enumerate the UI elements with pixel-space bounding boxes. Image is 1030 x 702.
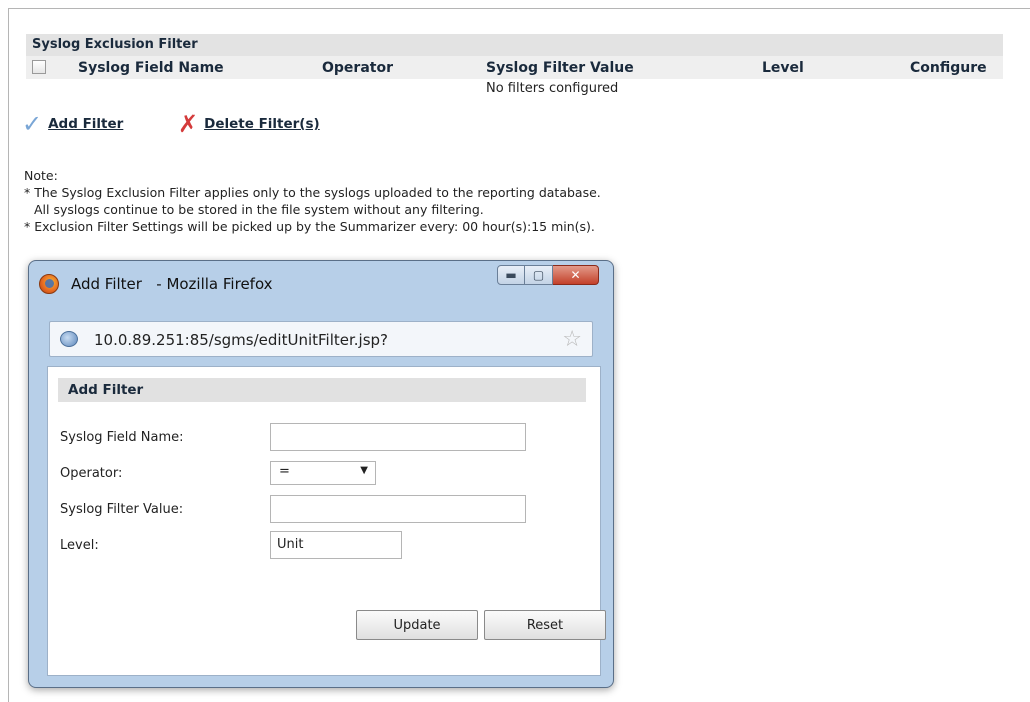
syslog-filter-value-label: Syslog Filter Value: <box>60 502 184 517</box>
address-bar[interactable]: 10.0.89.251:85/sgms/editUnitFilter.jsp? … <box>49 321 593 357</box>
reset-button[interactable]: Reset <box>484 610 606 640</box>
maximize-icon: ▢ <box>532 268 545 282</box>
notes-section: Note: * The Syslog Exclusion Filter appl… <box>24 167 601 235</box>
operator-select[interactable]: = ▼ <box>270 461 376 485</box>
url-text[interactable]: 10.0.89.251:85/sgms/editUnitFilter.jsp? <box>94 331 388 349</box>
operator-selected-value: = <box>279 464 290 479</box>
add-filter-link[interactable]: ✓ Add Filter <box>22 112 123 136</box>
delete-filter-link[interactable]: ✗ Delete Filter(s) <box>178 112 320 136</box>
minimize-button[interactable]: ▬ <box>497 265 525 285</box>
note-line: * Exclusion Filter Settings will be pick… <box>24 219 595 234</box>
syslog-exclusion-filter-table: Syslog Exclusion Filter Syslog Field Nam… <box>26 34 1003 100</box>
bookmark-star-icon[interactable]: ☆ <box>562 327 582 352</box>
operator-label: Operator: <box>60 466 123 481</box>
firefox-icon <box>39 274 59 294</box>
empty-table-row: No filters configured <box>26 80 1003 100</box>
add-filter-label[interactable]: Add Filter <box>48 116 123 132</box>
column-level: Level <box>762 60 804 76</box>
notes-heading: Note: <box>24 168 58 183</box>
syslog-field-name-input[interactable] <box>270 423 526 451</box>
add-filter-popup-window: Add Filter - Mozilla Firefox ▬ ▢ ✕ 10.0.… <box>28 260 614 688</box>
update-button[interactable]: Update <box>356 610 478 640</box>
syslog-field-name-label: Syslog Field Name: <box>60 430 184 445</box>
checkmark-icon: ✓ <box>22 110 43 138</box>
maximize-button[interactable]: ▢ <box>525 265 553 285</box>
syslog-filter-value-input[interactable] <box>270 495 526 523</box>
table-header: Syslog Field Name Operator Syslog Filter… <box>26 56 1003 80</box>
column-configure: Configure <box>910 60 987 76</box>
column-syslog-field-name: Syslog Field Name <box>78 60 224 76</box>
delete-filter-label[interactable]: Delete Filter(s) <box>204 116 320 132</box>
column-operator: Operator <box>322 60 393 76</box>
window-controls: ▬ ▢ ✕ <box>497 265 599 285</box>
form-title: Add Filter <box>58 378 586 402</box>
close-button[interactable]: ✕ <box>553 265 599 285</box>
popup-window-title: Add Filter - Mozilla Firefox <box>71 275 273 293</box>
column-syslog-filter-value: Syslog Filter Value <box>486 60 634 76</box>
delete-x-icon: ✗ <box>178 110 199 138</box>
popup-content: Add Filter Syslog Field Name: Operator: … <box>47 366 606 676</box>
close-icon: ✕ <box>570 268 581 282</box>
popup-titlebar[interactable]: Add Filter - Mozilla Firefox ▬ ▢ ✕ <box>29 261 613 303</box>
site-identity-icon[interactable] <box>60 331 78 347</box>
level-input[interactable]: Unit <box>270 531 402 559</box>
note-line: All syslogs continue to be stored in the… <box>34 202 484 217</box>
table-title: Syslog Exclusion Filter <box>26 34 1003 56</box>
minimize-icon: ▬ <box>505 268 517 282</box>
empty-message: No filters configured <box>486 81 619 96</box>
level-label: Level: <box>60 538 99 553</box>
chevron-down-icon: ▼ <box>360 465 368 476</box>
note-line: * The Syslog Exclusion Filter applies on… <box>24 185 601 200</box>
select-all-checkbox[interactable] <box>32 60 46 74</box>
